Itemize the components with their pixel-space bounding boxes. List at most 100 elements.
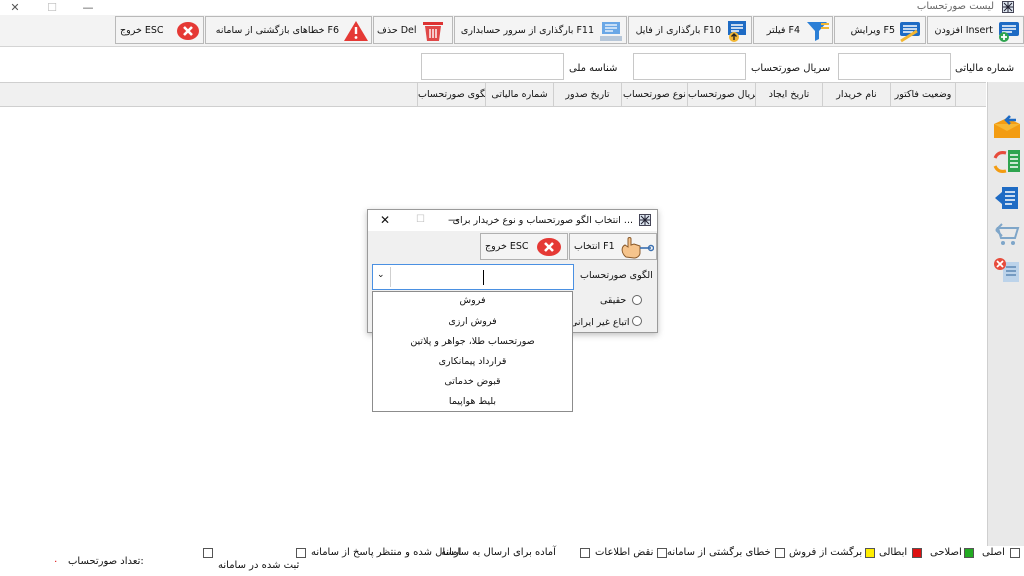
dialog-title: انتخاب الگو صورتحساب و نوع خریدار برای .… (452, 215, 633, 226)
dropdown-option-airline-ticket[interactable]: بلیط هواپیما (373, 392, 572, 412)
close-circle-icon (177, 22, 199, 40)
national-id-input[interactable] (421, 53, 564, 80)
buyer-foreign-radio[interactable] (632, 316, 642, 326)
invoice-count-value: ۰ (53, 556, 59, 567)
dialog-exit-button[interactable]: خروج ESC (480, 233, 568, 260)
legend-cancellation-swatch (912, 548, 922, 558)
add-document-icon (999, 22, 1019, 42)
dropdown-option-utility-bills[interactable]: قبوض خدماتی (373, 372, 572, 392)
column-header-invoice-type[interactable]: نوع صورتحساب (621, 83, 687, 106)
dialog-toolbar: انتخاب F1 خروج ESC (368, 231, 657, 262)
load-server-button[interactable]: بارگذاری از سرور حسابداری F11 (454, 16, 627, 44)
column-header-issue-date[interactable]: تاریخ صدور (553, 83, 621, 106)
dropdown-option-currency-sales[interactable]: فروش ارزی (373, 312, 572, 332)
dialog-app-icon (639, 214, 651, 226)
sync-documents-icon[interactable] (992, 148, 1022, 176)
edit-button[interactable]: ویرایش F5 (834, 16, 926, 44)
legend-incomplete-label: نقض اطلاعات (595, 547, 654, 558)
cart-return-icon[interactable] (992, 220, 1022, 248)
dialog-title-bar: ✕ ☐ — انتخاب الگو صورتحساب و نوع خریدار … (368, 210, 657, 231)
buyer-real-radio[interactable] (632, 295, 642, 305)
invoice-grid-header: وضعیت فاکتور نام خریدار تاریخ ایجاد سریا… (0, 82, 986, 107)
column-header-status[interactable]: وضعیت فاکتور (890, 83, 955, 106)
pattern-label: الگوی صورتحساب (580, 270, 653, 281)
tax-number-input[interactable] (838, 53, 951, 80)
legend-incomplete-checkbox[interactable] (657, 548, 667, 558)
dropdown-option-gold-jewelry[interactable]: صورتحساب طلا، جواهر و پلاتین (373, 332, 572, 352)
system-errors-button[interactable]: خطاهای بازگشتی از سامانه F6 (205, 16, 372, 44)
column-header-invoice-pattern[interactable]: الگوی صورتحساب (417, 83, 485, 106)
hand-pointer-icon (621, 237, 654, 259)
tax-number-label: شماره مالیاتی (955, 63, 1015, 74)
dialog-select-button[interactable]: انتخاب F1 (569, 233, 657, 260)
legend-ready-checkbox[interactable] (580, 548, 590, 558)
dialog-close-button[interactable]: ✕ (380, 213, 390, 227)
dialog-close-circle-icon (537, 238, 561, 256)
legend-corrective-swatch (964, 548, 974, 558)
load-file-button[interactable]: بارگذاری از فایل F10 (628, 16, 752, 44)
add-button[interactable]: افزودن Insert (927, 16, 1024, 44)
cancel-document-icon[interactable] (992, 256, 1022, 284)
document-list-icon[interactable] (992, 184, 1022, 212)
dialog-exit-label: خروج ESC (485, 241, 529, 252)
filter-button-label: فیلتر F4 (766, 25, 800, 36)
legend-sales-return-swatch (865, 548, 875, 558)
add-button-label: افزودن Insert (934, 25, 994, 36)
invoice-serial-label: سریال صورتحساب (751, 63, 831, 74)
legend-corrective-label: اصلاحی (930, 547, 962, 558)
load-file-button-label: بارگذاری از فایل F10 (635, 25, 721, 36)
legend-original-label: اصلی (982, 547, 1005, 558)
window-maximize-button[interactable]: ☐ (42, 0, 62, 15)
warning-icon (344, 21, 368, 41)
invoice-serial-input[interactable] (633, 53, 746, 80)
legend-original-checkbox[interactable] (1010, 548, 1020, 558)
legend-sent-label: ارسال شده و منتظر پاسخ از سامانه (311, 547, 462, 558)
legend-cancellation-label: ابطالی (879, 547, 908, 558)
trash-icon (423, 22, 443, 41)
load-server-button-label: بارگذاری از سرور حسابداری F11 (460, 25, 594, 36)
edit-document-icon (900, 22, 920, 43)
column-header-buyer-name[interactable]: نام خریدار (822, 83, 890, 106)
pattern-combobox[interactable]: ⌄ (372, 264, 574, 290)
filter-button[interactable]: فیلتر F4 (753, 16, 833, 44)
dropdown-option-contracting[interactable]: قرارداد پیمانکاری (373, 352, 572, 372)
window-title: لیست صورتحساب (916, 1, 994, 12)
exit-button-label: خروج ESC (120, 25, 164, 36)
system-errors-button-label: خطاهای بازگشتی از سامانه F6 (215, 25, 339, 36)
legend-system-error-label: خطای برگشتی از سامانه (667, 547, 771, 558)
inbox-arrow-icon[interactable] (992, 114, 1022, 142)
legend-registered-checkbox[interactable] (203, 548, 213, 558)
right-action-panel (987, 82, 1024, 546)
server-upload-icon (600, 22, 622, 41)
main-toolbar: افزودن Insert ویرایش F5 فیلتر F4 بارگذار… (0, 15, 1024, 47)
legend-sent-checkbox[interactable] (296, 548, 306, 558)
legend-system-error-checkbox[interactable] (775, 548, 785, 558)
buyer-foreign-label: اتباع غیر ایرانی (570, 317, 630, 328)
legend-sales-return-label: برگشت از فروش (789, 547, 863, 558)
dialog-select-label: انتخاب F1 (574, 241, 615, 252)
text-caret (483, 270, 484, 285)
column-header-indicator (955, 83, 986, 106)
column-header-invoice-serial[interactable]: سریال صورتحساب (687, 83, 755, 106)
exit-button[interactable]: خروج ESC (115, 16, 204, 44)
window-minimize-button[interactable]: — (78, 0, 98, 15)
filter-icon (807, 22, 829, 41)
window-close-button[interactable]: ✕ (5, 0, 25, 15)
column-header-tax-number[interactable]: شماره مالیاتی (485, 83, 553, 106)
legend-registered-label: ثبت شده در سامانه (218, 560, 300, 571)
dropdown-option-sales[interactable]: فروش (373, 291, 572, 311)
chevron-down-icon[interactable]: ⌄ (377, 270, 385, 280)
pattern-dropdown-list: فروش فروش ارزی صورتحساب طلا، جواهر و پلا… (372, 291, 573, 412)
upload-file-icon (728, 21, 746, 42)
window-title-bar: ✕ ☐ — لیست صورتحساب (0, 0, 1024, 15)
dialog-maximize-button[interactable]: ☐ (416, 214, 425, 225)
invoice-count-label: تعداد صورتحساب: (68, 556, 144, 567)
edit-button-label: ویرایش F5 (850, 25, 895, 36)
buyer-real-label: حقیقی (600, 295, 627, 306)
combobox-divider (390, 267, 391, 287)
app-icon (1002, 1, 1014, 13)
national-id-label: شناسه ملی (569, 63, 618, 74)
column-header-created-date[interactable]: تاریخ ایجاد (755, 83, 822, 106)
delete-button-label: حذف Del (377, 25, 417, 36)
delete-button[interactable]: حذف Del (373, 16, 453, 44)
